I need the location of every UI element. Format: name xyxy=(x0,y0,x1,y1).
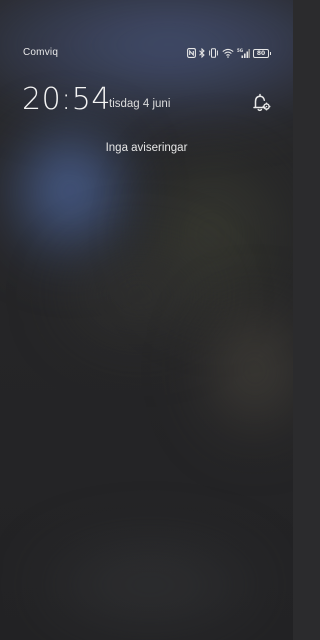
signal-icon: 5G xyxy=(237,48,250,58)
battery-icon: 80 xyxy=(253,48,271,58)
nfc-icon xyxy=(187,48,196,58)
notification-settings-icon[interactable] xyxy=(250,92,272,114)
svg-text:5G: 5G xyxy=(237,48,243,53)
wifi-icon xyxy=(222,48,234,58)
clock-date: tisdag 4 juni xyxy=(109,98,171,110)
carrier-name: Comviq xyxy=(23,47,59,58)
no-notifications-message: Inga aviseringar xyxy=(105,142,188,154)
clock-time[interactable]: 20:54 xyxy=(22,82,111,118)
lock-screen: Comviq 5G 80 20:54 tisdag 4 juni Inga av… xyxy=(0,0,293,640)
status-bar[interactable]: Comviq 5G 80 xyxy=(0,44,293,64)
bluetooth-icon xyxy=(199,48,205,58)
clock-row: 20:54 tisdag 4 juni xyxy=(22,82,272,122)
vibrate-icon xyxy=(208,48,219,58)
status-icons: 5G 80 xyxy=(187,47,271,59)
